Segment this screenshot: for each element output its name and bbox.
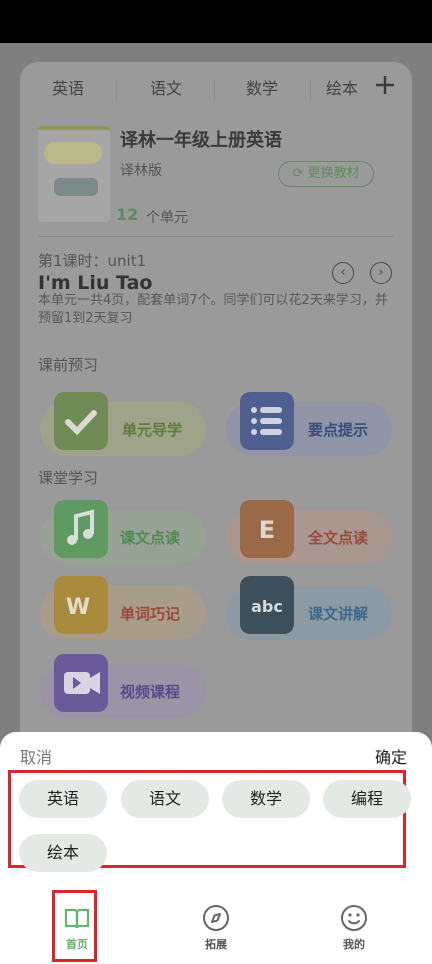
unit-count: 12 [116,205,139,224]
video-camera-icon [54,654,108,712]
lesson-title: I'm Liu Tao [38,272,153,294]
change-textbook-label: 更换教材 [307,166,360,181]
nav-home-highlight [52,890,97,962]
preview-section-title: 课前预习 [38,356,99,374]
word-memo-label: 单词巧记 [120,605,181,623]
cover-illustration [54,178,98,196]
unit-guide-label: 单元导学 [122,421,183,439]
subject-chip-english[interactable]: 英语 [19,780,107,818]
lesson-description: 本单元一共4页，配套单词7个。同学们可以花2天来学习，并预留1到2天复习 [38,293,388,326]
letter-w-icon: W [54,576,108,634]
text-explain-button[interactable]: abc 课文讲解 [226,576,392,640]
full-read-label: 全文点读 [308,529,369,547]
cover-title-cloud [44,142,102,164]
subject-chip-programming[interactable]: 编程 [323,780,411,818]
key-points-button[interactable]: 要点提示 [226,392,392,456]
class-section-title: 课堂学习 [38,469,99,487]
music-note-icon [54,500,108,558]
nav-explore[interactable]: 拓展 [186,904,246,952]
refresh-icon: ⟳ [292,166,304,181]
full-read-button[interactable]: E 全文点读 [226,500,392,564]
book-edition: 译林版 [120,163,162,179]
tab-chinese[interactable]: 语文 [126,76,206,102]
compass-icon [203,905,229,931]
blackboard-abc-icon: abc [240,576,294,634]
smiley-icon [341,905,367,931]
tab-divider [214,80,215,100]
nav-explore-label: 拓展 [205,938,227,951]
list-icon [240,392,294,450]
nav-mine-label: 我的 [343,938,365,951]
change-textbook-button[interactable]: ⟳ 更换教材 [278,161,374,187]
tab-english[interactable]: 英语 [28,76,108,102]
book-title: 译林一年级上册英语 [120,130,282,151]
tab-divider [310,80,311,100]
checkmark-book-icon [54,392,108,450]
letter-e-icon: E [240,500,294,558]
video-course-button[interactable]: 视频课程 [40,654,206,718]
plus-icon[interactable] [374,74,396,101]
key-points-label: 要点提示 [308,421,369,439]
subject-chip-picture-book[interactable]: 绘本 [19,834,107,872]
subject-chip-chinese[interactable]: 语文 [121,780,209,818]
subject-tabs: 英语 语文 数学 绘本 [20,72,412,106]
confirm-button[interactable]: 确定 [375,744,407,768]
unit-guide-button[interactable]: 单元导学 [40,392,206,456]
cancel-button[interactable]: 取消 [20,744,52,768]
tab-divider [116,80,117,100]
text-read-label: 课文点读 [120,529,181,547]
tab-picture-book[interactable]: 绘本 [326,76,366,102]
lesson-label: 第1课时：unit1 [38,252,147,270]
svg-text:abc: abc [251,597,283,616]
tab-math[interactable]: 数学 [222,76,302,102]
nav-mine[interactable]: 我的 [324,904,384,952]
svg-text:W: W [66,595,90,620]
book-cover[interactable] [38,126,110,222]
chevron-left-icon[interactable]: ‹ [332,262,354,284]
subject-chip-math[interactable]: 数学 [222,780,310,818]
text-read-button[interactable]: 课文点读 [40,500,206,564]
text-explain-label: 课文讲解 [308,605,369,623]
cover-stripe [38,126,110,130]
svg-text:E: E [259,516,275,544]
video-course-label: 视频课程 [120,683,181,701]
chevron-right-icon[interactable]: › [370,262,392,284]
divider [38,236,394,237]
word-memo-button[interactable]: W 单词巧记 [40,576,206,640]
status-bar [0,0,432,43]
unit-count-label: 个单元 [146,210,188,226]
